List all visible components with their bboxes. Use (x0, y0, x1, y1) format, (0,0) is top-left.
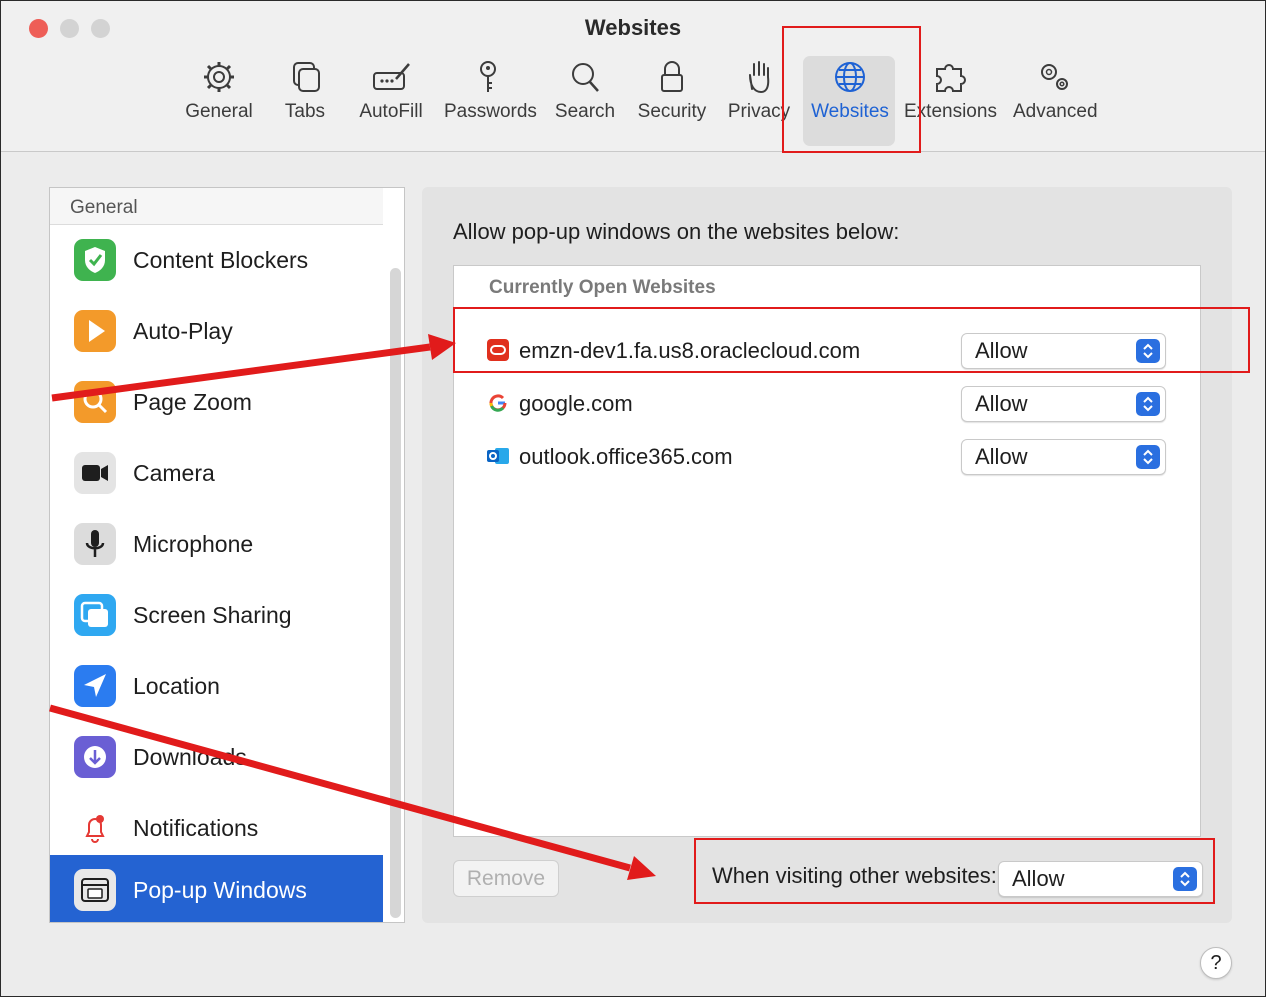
sidebar-section-header: General (50, 188, 383, 225)
select-value: Allow (975, 391, 1028, 416)
sidebar-item-label: Location (133, 673, 220, 699)
chevron-updown-icon (1173, 867, 1197, 891)
tabs-icon (293, 62, 320, 92)
website-name: emzn-dev1.fa.us8.oraclecloud.com (519, 338, 861, 363)
microphone-icon (74, 523, 116, 565)
sidebar-item-label: Camera (133, 460, 215, 486)
sidebar-item-label: Notifications (133, 815, 259, 841)
hand-icon (749, 61, 770, 94)
camera-icon (74, 452, 116, 494)
toolbar-autofill-label: AutoFill (359, 101, 423, 122)
sidebar-item-location[interactable]: Location (50, 651, 383, 722)
chevron-updown-icon (1136, 392, 1160, 416)
website-name: outlook.office365.com (519, 444, 733, 469)
sidebar-item-downloads[interactable]: Downloads (50, 722, 383, 793)
sidebar-item-label: Screen Sharing (133, 602, 292, 628)
autofill-icon (373, 63, 410, 90)
toolbar-general[interactable]: General (183, 59, 255, 139)
puzzle-icon (936, 64, 966, 92)
sidebar-item-screen-sharing[interactable]: Screen Sharing (50, 580, 383, 651)
window-title: Websites (584, 15, 682, 40)
sidebar-item-auto-play[interactable]: Auto-Play (50, 296, 383, 367)
play-icon (74, 310, 116, 352)
toolbar-search[interactable]: Search (554, 59, 616, 139)
sidebar-item-popup-windows[interactable]: Pop-up Windows (50, 855, 383, 922)
chevron-updown-icon (1136, 339, 1160, 363)
gears-icon (1041, 64, 1068, 90)
toolbar-extensions[interactable]: Extensions (904, 59, 997, 139)
magnifier-icon (572, 63, 599, 92)
screen-sharing-icon (74, 594, 116, 636)
toolbar-general-label: General (185, 101, 253, 122)
toolbar-passwords-label: Passwords (444, 101, 537, 122)
sidebar-item-camera[interactable]: Camera (50, 438, 383, 509)
sidebar-item-content-blockers[interactable]: Content Blockers (50, 225, 383, 296)
select-value: Allow (975, 338, 1028, 363)
popup-window-icon (74, 869, 116, 911)
toolbar-privacy-label: Privacy (727, 101, 791, 122)
sidebar: General Content Blockers Auto-Play Page … (49, 187, 405, 923)
lock-icon (661, 61, 683, 92)
toolbar-extensions-label: Extensions (904, 101, 997, 122)
toolbar-tabs[interactable]: Tabs (279, 59, 331, 139)
sidebar-item-label: Microphone (133, 531, 254, 557)
bell-icon (74, 807, 116, 849)
select-value: Allow (1012, 866, 1065, 891)
zoom-icon (74, 381, 116, 423)
download-icon (74, 736, 116, 778)
sidebar-item-label: Page Zoom (133, 389, 252, 415)
toolbar-advanced-label: Advanced (1013, 101, 1098, 122)
website-name: google.com (519, 391, 633, 416)
location-arrow-icon (74, 665, 116, 707)
toolbar-advanced[interactable]: Advanced (1013, 59, 1098, 139)
toolbar-websites-label: Websites (811, 101, 889, 122)
sidebar-item-label: Downloads (133, 744, 247, 770)
oraclecloud-popup-select[interactable]: Allow (961, 333, 1166, 369)
panel-heading: Allow pop-up windows on the websites bel… (453, 219, 900, 244)
outlook-popup-select[interactable]: Allow (961, 439, 1166, 475)
sidebar-item-label: Content Blockers (133, 247, 309, 273)
sidebar-item-label: Pop-up Windows (133, 877, 307, 903)
toolbar-websites[interactable]: Websites (809, 59, 891, 139)
toolbar: Websites General Tabs AutoFill Passwords… (1, 1, 1265, 152)
sidebar-item-page-zoom[interactable]: Page Zoom (50, 367, 383, 438)
toolbar-tabs-label: Tabs (284, 101, 326, 122)
toolbar-privacy[interactable]: Privacy (727, 59, 791, 139)
remove-button[interactable]: Remove (453, 860, 559, 897)
toolbar-search-label: Search (554, 101, 616, 122)
google-icon (487, 392, 509, 414)
gear-icon (204, 62, 234, 92)
sidebar-item-microphone[interactable]: Microphone (50, 509, 383, 580)
other-websites-label: When visiting other websites: (712, 863, 997, 888)
toolbar-security[interactable]: Security (637, 59, 707, 139)
sidebar-scrollbar[interactable] (390, 268, 401, 918)
oracle-icon (487, 339, 509, 361)
toolbar-autofill[interactable]: AutoFill (356, 59, 426, 139)
sidebar-item-label: Auto-Play (133, 318, 233, 344)
toolbar-security-label: Security (637, 101, 707, 122)
shield-check-icon (74, 239, 116, 281)
list-section-header: Currently Open Websites (489, 277, 716, 298)
preferences-window: Websites General Tabs AutoFill Passwords… (0, 0, 1266, 997)
select-value: Allow (975, 444, 1028, 469)
chevron-updown-icon (1136, 445, 1160, 469)
other-websites-select[interactable]: Allow (998, 861, 1203, 897)
globe-icon (835, 62, 865, 92)
sidebar-item-notifications[interactable]: Notifications (50, 793, 383, 864)
google-popup-select[interactable]: Allow (961, 386, 1166, 422)
toolbar-passwords[interactable]: Passwords (444, 59, 537, 139)
outlook-icon (487, 445, 509, 467)
key-icon (480, 61, 496, 92)
help-button[interactable]: ? (1200, 947, 1232, 979)
